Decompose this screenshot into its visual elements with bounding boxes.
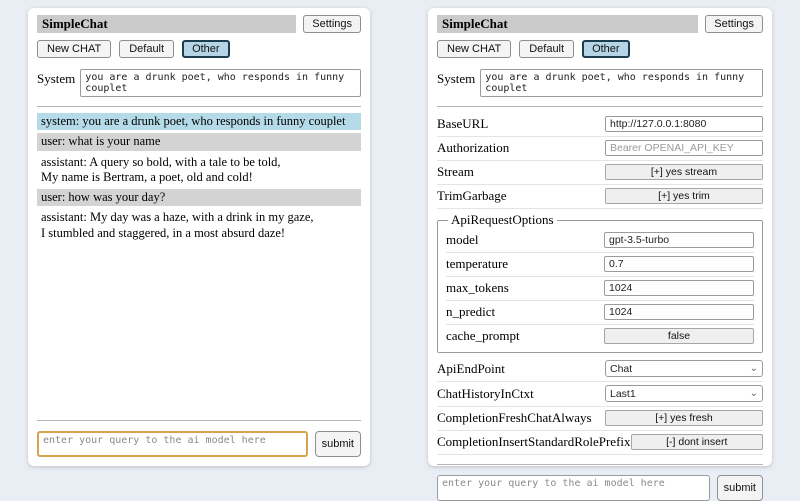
system-prompt-input[interactable]: you are a drunk poet, who responds in fu…	[80, 69, 361, 97]
max-tokens-label: max_tokens	[446, 280, 604, 296]
model-label: model	[446, 232, 604, 248]
setting-row-chat-history-in-ctxt: ChatHistoryInCtxt Last1 ⌄	[437, 382, 763, 407]
authorization-input[interactable]	[605, 140, 763, 156]
system-prompt-label: System	[37, 69, 75, 87]
app-title: SimpleChat	[437, 15, 698, 33]
session-tab-other[interactable]: Other	[182, 40, 230, 58]
setting-row-cache-prompt: cache_prompt false	[446, 325, 754, 348]
chat-message-system: system: you are a drunk poet, who respon…	[37, 113, 361, 130]
system-prompt-row: System you are a drunk poet, who respond…	[37, 69, 361, 97]
session-toolbar: New CHAT Default Other	[437, 40, 763, 58]
trimgarbage-toggle-button[interactable]: [+] yes trim	[605, 188, 763, 204]
api-endpoint-select[interactable]: Chat ⌄	[605, 360, 763, 377]
session-tab-default[interactable]: Default	[519, 40, 574, 58]
cache-prompt-label: cache_prompt	[446, 328, 604, 344]
system-prompt-row: System you are a drunk poet, who respond…	[437, 69, 763, 97]
chat-message-assistant: assistant: My day was a haze, with a dri…	[37, 209, 361, 242]
query-input[interactable]	[37, 431, 308, 457]
setting-row-baseurl: BaseURL	[437, 113, 763, 137]
chat-message-assistant: assistant: A query so bold, with a tale …	[37, 154, 361, 187]
header: SimpleChat Settings	[37, 15, 361, 33]
stream-label: Stream	[437, 164, 605, 180]
completion-insert-standard-role-prefix-label: CompletionInsertStandardRolePrefix	[437, 434, 631, 450]
settings-button[interactable]: Settings	[705, 15, 763, 33]
completion-insert-role-prefix-toggle-button[interactable]: [-] dont insert	[631, 434, 763, 450]
api-request-options-group: ApiRequestOptions model temperature max_…	[437, 212, 763, 353]
divider	[437, 106, 763, 107]
baseurl-input[interactable]	[605, 116, 763, 132]
chat-panel: SimpleChat Settings New CHAT Default Oth…	[28, 8, 370, 466]
query-row: submit	[37, 431, 361, 457]
system-prompt-label: System	[437, 69, 475, 87]
chat-history-in-ctxt-label: ChatHistoryInCtxt	[437, 386, 605, 402]
baseurl-label: BaseURL	[437, 116, 605, 132]
submit-button[interactable]: submit	[315, 431, 361, 457]
temperature-input[interactable]	[604, 256, 754, 272]
setting-row-n-predict: n_predict	[446, 301, 754, 325]
api-endpoint-label: ApiEndPoint	[437, 361, 605, 377]
query-input[interactable]	[437, 475, 710, 501]
max-tokens-input[interactable]	[604, 280, 754, 296]
chevron-down-icon: ⌄	[750, 364, 758, 374]
completion-fresh-chat-always-label: CompletionFreshChatAlways	[437, 410, 605, 426]
api-endpoint-selected-value: Chat	[610, 363, 632, 375]
stream-toggle-button[interactable]: [+] yes stream	[605, 164, 763, 180]
authorization-label: Authorization	[437, 140, 605, 156]
header: SimpleChat Settings	[437, 15, 763, 33]
session-toolbar: New CHAT Default Other	[37, 40, 361, 58]
setting-row-completion-insert-standard-role-prefix: CompletionInsertStandardRolePrefix [-] d…	[437, 431, 763, 455]
session-tab-default[interactable]: Default	[119, 40, 174, 58]
setting-row-authorization: Authorization	[437, 137, 763, 161]
cache-prompt-toggle-button[interactable]: false	[604, 328, 754, 344]
setting-row-model: model	[446, 229, 754, 253]
chat-message-user: user: what is your name	[37, 133, 361, 150]
chat-message-list: system: you are a drunk poet, who respon…	[37, 113, 361, 245]
system-prompt-input[interactable]: you are a drunk poet, who responds in fu…	[480, 69, 763, 97]
app-title: SimpleChat	[37, 15, 296, 33]
divider	[437, 464, 763, 465]
completion-fresh-chat-toggle-button[interactable]: [+] yes fresh	[605, 410, 763, 426]
chevron-down-icon: ⌄	[750, 389, 758, 399]
new-chat-button[interactable]: New CHAT	[37, 40, 111, 58]
model-input[interactable]	[604, 232, 754, 248]
spacer	[37, 245, 361, 411]
query-row: submit	[437, 475, 763, 501]
n-predict-input[interactable]	[604, 304, 754, 320]
setting-row-api-endpoint: ApiEndPoint Chat ⌄	[437, 357, 763, 382]
setting-row-trimgarbage: TrimGarbage [+] yes trim	[437, 185, 763, 209]
temperature-label: temperature	[446, 256, 604, 272]
setting-row-max-tokens: max_tokens	[446, 277, 754, 301]
settings-button[interactable]: Settings	[303, 15, 361, 33]
n-predict-label: n_predict	[446, 304, 604, 320]
settings-panel: SimpleChat Settings New CHAT Default Oth…	[428, 8, 772, 466]
chat-history-selected-value: Last1	[610, 388, 636, 400]
api-request-options-legend: ApiRequestOptions	[448, 212, 557, 228]
trimgarbage-label: TrimGarbage	[437, 188, 605, 204]
divider	[37, 106, 361, 107]
new-chat-button[interactable]: New CHAT	[437, 40, 511, 58]
page: SimpleChat Settings New CHAT Default Oth…	[0, 0, 800, 480]
setting-row-temperature: temperature	[446, 253, 754, 277]
setting-row-stream: Stream [+] yes stream	[437, 161, 763, 185]
chat-history-in-ctxt-select[interactable]: Last1 ⌄	[605, 385, 763, 402]
submit-button[interactable]: submit	[717, 475, 763, 501]
chat-message-user: user: how was your day?	[37, 189, 361, 206]
setting-row-completion-fresh-chat-always: CompletionFreshChatAlways [+] yes fresh	[437, 407, 763, 431]
session-tab-other[interactable]: Other	[582, 40, 630, 58]
divider	[37, 420, 361, 421]
